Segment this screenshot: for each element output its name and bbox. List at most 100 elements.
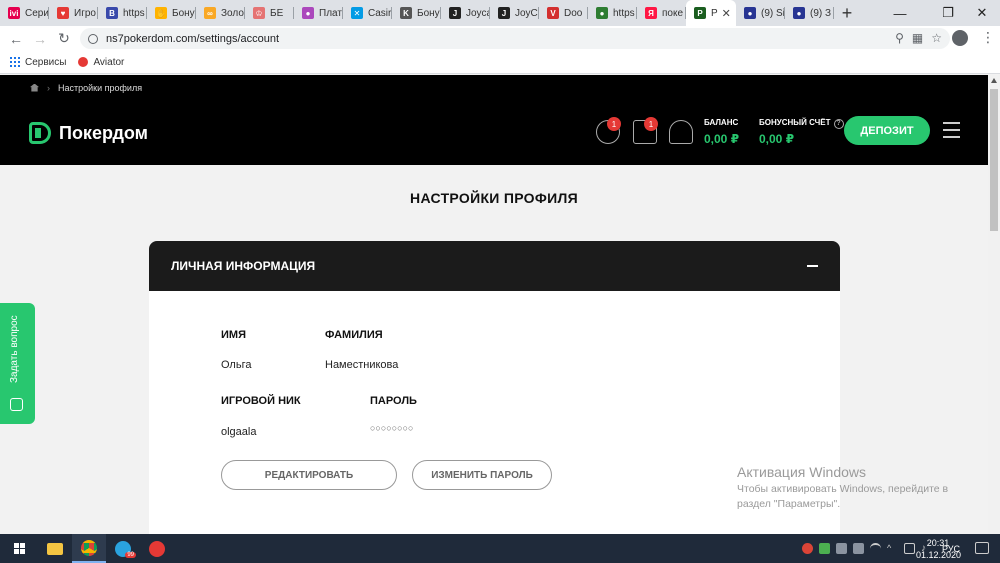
bookmark-aviator[interactable]: Aviator: [78, 57, 124, 68]
last-name-label: ФАМИЛИЯ: [325, 329, 383, 341]
taskbar-file-explorer[interactable]: [38, 534, 72, 563]
sync-tray-icon[interactable]: [835, 543, 847, 554]
browser-menu-icon[interactable]: ⋮: [981, 29, 995, 46]
tab-favicon-icon: J: [449, 7, 461, 19]
first-name-label: ИМЯ: [221, 329, 246, 341]
start-button[interactable]: [0, 534, 38, 563]
close-tab-icon[interactable]: ✕: [722, 7, 731, 20]
browser-tab[interactable]: Япоке: [637, 0, 686, 26]
tab-favicon-icon: ●: [744, 7, 756, 19]
browser-tab[interactable]: ✕ Casir: [343, 0, 392, 26]
tab-favicon-icon: ♔: [253, 7, 265, 19]
tab-title: Doo: [564, 7, 583, 19]
translate-icon[interactable]: ▦: [912, 31, 923, 45]
collapse-icon[interactable]: [807, 265, 818, 267]
tab-title: JoyC: [515, 7, 538, 19]
browser-tab[interactable]: J Joyca: [441, 0, 490, 26]
forward-button[interactable]: →: [28, 27, 52, 51]
taskbar-chrome[interactable]: [72, 534, 106, 563]
tab-favicon-icon: ♥: [57, 7, 69, 19]
tab-title: Золо: [221, 7, 244, 19]
personal-info-header[interactable]: ЛИЧНАЯ ИНФОРМАЦИЯ: [149, 241, 840, 291]
pokerdom-logo-icon: [29, 122, 51, 144]
tab-title: Joyca: [466, 7, 490, 19]
password-value: ○○○○○○○○: [370, 423, 414, 433]
tab-title: поке: [662, 7, 684, 19]
tab-title: Casir: [368, 7, 392, 19]
reload-button[interactable]: ↻: [52, 27, 76, 51]
help-icon[interactable]: ?: [833, 119, 844, 129]
browser-tab[interactable]: ● (9) Si: [736, 0, 785, 26]
nick-label: ИГРОВОЙ НИК: [221, 395, 301, 407]
edit-button[interactable]: РЕДАКТИРОВАТЬ: [221, 460, 397, 490]
new-tab-button[interactable]: +: [834, 0, 860, 26]
tab-favicon-icon: ●: [793, 7, 805, 19]
tab-favicon-icon: ✕: [351, 7, 363, 19]
tab-favicon-icon: B: [106, 7, 118, 19]
home-icon[interactable]: [30, 83, 39, 92]
page-title: НАСТРОЙКИ ПРОФИЛЯ: [410, 190, 578, 206]
taskbar-telegram[interactable]: 99: [106, 534, 140, 563]
scroll-up-icon[interactable]: [991, 78, 997, 83]
network-tray-icon[interactable]: [869, 543, 881, 554]
profile-avatar-icon[interactable]: [952, 30, 968, 46]
taskbar-pokerdom[interactable]: [140, 534, 174, 563]
tab-title: (9) Si: [761, 7, 785, 19]
browser-tab[interactable]: ♥ Игро: [49, 0, 98, 26]
tab-favicon-icon: J: [498, 7, 510, 19]
security-tray-icon[interactable]: [852, 543, 864, 554]
pokerdom-app-icon: [149, 540, 165, 557]
windows-logo-icon: [13, 543, 25, 554]
tab-title: Бону: [172, 7, 195, 19]
taskbar-clock[interactable]: 20:31 01.12.2020: [916, 537, 961, 561]
hamburger-menu-icon[interactable]: [943, 122, 960, 143]
chevron-right-icon: ›: [47, 82, 50, 93]
close-window-button[interactable]: ✕: [962, 0, 1000, 26]
notifications-icon[interactable]: [975, 542, 989, 554]
tab-title: https: [123, 7, 145, 19]
minimize-button[interactable]: —: [880, 0, 920, 26]
tab-title: Игро: [74, 7, 96, 19]
chrome-tray-icon[interactable]: [801, 543, 813, 554]
tab-favicon-icon: ✋: [155, 7, 167, 19]
browser-tab[interactable]: ● https: [588, 0, 637, 26]
browser-tab[interactable]: ♔ БЕ: [245, 0, 294, 26]
windows-activation-title: Активация Windows: [737, 464, 867, 480]
key-icon[interactable]: ⚲: [895, 31, 904, 45]
browser-tab[interactable]: P P ✕: [686, 0, 736, 26]
clock-time: 20:31: [926, 538, 950, 548]
chevron-up-icon[interactable]: ^: [887, 543, 898, 554]
nick-value: olgaala: [221, 426, 257, 438]
lock-icon: [88, 33, 98, 44]
browser-tab[interactable]: V Doo: [539, 0, 588, 26]
pokerdom-logo[interactable]: Покердом: [29, 122, 148, 144]
browser-tab[interactable]: ivi Сери: [0, 0, 49, 26]
browser-tab[interactable]: ✋ Бону: [147, 0, 196, 26]
balance-value: 0,00 ₽: [704, 132, 740, 146]
browser-tab[interactable]: ● Плат: [294, 0, 343, 26]
bookmark-services[interactable]: Сервисы: [10, 57, 66, 68]
bonus-label: БОНУСНЫЙ СЧЁТ: [759, 118, 831, 127]
browser-tab[interactable]: J JoyC: [490, 0, 539, 26]
browser-tab[interactable]: ● (9) З: [785, 0, 834, 26]
tab-favicon-icon: P: [694, 7, 706, 19]
page-scrollbar[interactable]: [988, 75, 1000, 534]
ask-question-tab[interactable]: Задать вопрос: [0, 303, 35, 424]
address-bar[interactable]: ns7pokerdom.com/settings/account ⚲ ▦ ☆: [80, 28, 950, 49]
back-button[interactable]: ←: [4, 27, 28, 51]
browser-tab[interactable]: ∞ Золо: [196, 0, 245, 26]
deposit-button[interactable]: ДЕПОЗИТ: [844, 116, 930, 145]
target-badge: 1: [607, 117, 621, 131]
browser-tab[interactable]: K Бону: [392, 0, 441, 26]
apps-grid-icon: [10, 57, 20, 67]
browser-tab[interactable]: Bhttps: [98, 0, 147, 26]
aviator-icon: [78, 57, 89, 67]
app-tray-icon[interactable]: [818, 543, 830, 554]
bookmark-star-icon[interactable]: ☆: [931, 31, 942, 45]
scroll-thumb[interactable]: [990, 89, 998, 231]
telegram-badge: 99: [125, 552, 136, 558]
user-icon[interactable]: [669, 120, 693, 144]
chat-icon: [10, 398, 23, 411]
change-password-button[interactable]: ИЗМЕНИТЬ ПАРОЛЬ: [412, 460, 552, 490]
battery-icon[interactable]: [903, 543, 915, 554]
